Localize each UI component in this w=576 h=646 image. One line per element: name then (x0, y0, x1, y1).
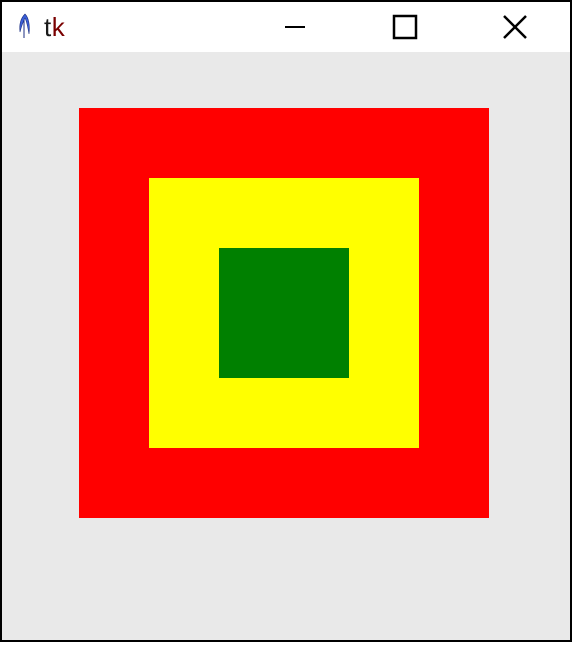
minimize-button[interactable] (240, 2, 350, 52)
maximize-button[interactable] (350, 2, 460, 52)
feather-icon (16, 12, 34, 42)
title-bar[interactable]: tk (2, 2, 570, 52)
title-letter-k: k (52, 12, 66, 42)
inner-green-rect (219, 248, 349, 378)
window-title: tk (44, 12, 65, 43)
window-frame: tk (0, 0, 572, 642)
client-area (2, 52, 570, 640)
tk-canvas (2, 52, 570, 640)
window-controls (240, 2, 570, 52)
title-letter-t: t (44, 12, 52, 42)
close-button[interactable] (460, 2, 570, 52)
